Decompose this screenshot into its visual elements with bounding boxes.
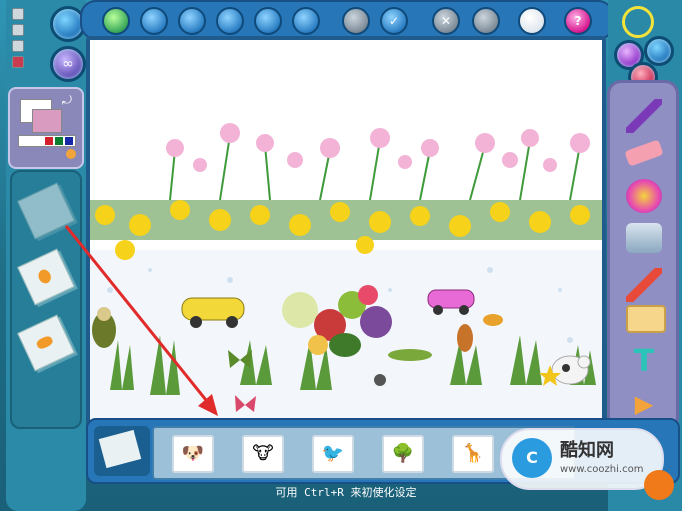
undo-icon[interactable] — [178, 7, 206, 35]
stamp-tool-icon[interactable] — [626, 305, 666, 333]
print-icon[interactable] — [292, 7, 320, 35]
color-strip[interactable] — [18, 135, 76, 147]
annotation-arrow — [64, 225, 218, 416]
help-icon: ? — [574, 14, 582, 28]
giraffe-stamp[interactable]: 🦒 — [452, 435, 494, 473]
cow-stamp[interactable]: 🐮 — [242, 435, 284, 473]
copy-icon[interactable] — [342, 7, 370, 35]
color-palette[interactable]: ⤾ — [8, 87, 84, 169]
watermark: C 酷知网 www.coozhi.com — [500, 428, 664, 490]
close-icon[interactable]: ✕ — [432, 7, 460, 35]
lightbulb-icon[interactable] — [518, 7, 546, 35]
exit-button[interactable] — [644, 470, 674, 500]
help-button[interactable]: ? — [564, 7, 592, 35]
flower-stamp-icon — [36, 267, 54, 286]
window-icon[interactable] — [472, 7, 500, 35]
next-arrow-icon[interactable]: ▶ — [626, 387, 662, 421]
bucket-icon[interactable] — [12, 56, 24, 68]
text-tool-icon[interactable]: T — [626, 345, 662, 379]
watermark-url: www.coozhi.com — [560, 464, 644, 475]
new-icon[interactable] — [102, 7, 130, 35]
dog-stamp[interactable]: 🐶 — [172, 435, 214, 473]
magic-wand-icon[interactable] — [622, 6, 654, 38]
stamp-category-button[interactable] — [94, 426, 150, 476]
blue-swatch[interactable] — [65, 137, 73, 145]
file-icon[interactable] — [12, 24, 24, 36]
check-icon[interactable]: ✓ — [380, 7, 408, 35]
red-swatch[interactable] — [45, 137, 53, 145]
green-swatch[interactable] — [55, 137, 63, 145]
save-icon[interactable] — [254, 7, 282, 35]
watermark-logo: C — [512, 438, 552, 478]
stamp-shape-icon — [35, 334, 55, 351]
top-toolbar: ✓ ✕ ? — [80, 0, 614, 40]
paint-button[interactable] — [644, 36, 674, 66]
sticker-button[interactable]: ∞ — [50, 46, 86, 82]
stamp-category-icon — [98, 429, 142, 469]
dropper-icon[interactable] — [626, 268, 662, 302]
swap-arrow-icon[interactable]: ⤾ — [62, 93, 74, 107]
brush-icon[interactable] — [626, 99, 662, 133]
redo-icon[interactable] — [216, 7, 244, 35]
infinity-icon: ∞ — [62, 56, 74, 72]
spray-icon[interactable] — [626, 179, 662, 213]
file-icon[interactable] — [12, 40, 24, 52]
paint-can-icon[interactable] — [626, 223, 662, 253]
eraser-icon[interactable] — [624, 139, 664, 167]
right-tool-panel: T ▶ — [607, 80, 679, 431]
foreground-color-swatch[interactable] — [32, 109, 62, 133]
tree-stamp[interactable]: 🌳 — [382, 435, 424, 473]
open-icon[interactable] — [140, 7, 168, 35]
brush-size-icon[interactable] — [66, 149, 76, 159]
bird-stamp[interactable]: 🐦 — [312, 435, 354, 473]
watermark-title: 酷知网 — [560, 440, 614, 461]
file-icon[interactable] — [12, 8, 24, 20]
pink-flowers — [166, 123, 590, 201]
